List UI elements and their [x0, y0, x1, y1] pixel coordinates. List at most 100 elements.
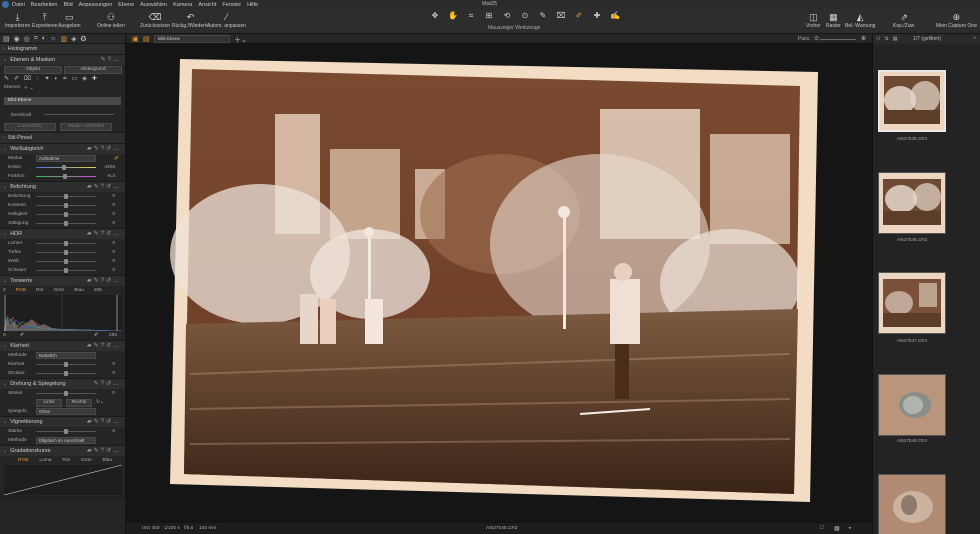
hand-tool-icon[interactable]: ✋: [446, 11, 460, 21]
layers-masks-header[interactable]: ⌄ Ebenen & Masken ✎?…: [0, 55, 125, 65]
levels-tab-blue[interactable]: Blau: [74, 288, 84, 293]
kelvin-slider[interactable]: [36, 167, 96, 168]
connect-mask-button[interactable]: Maske verbinden: [60, 122, 112, 131]
section-tools-icon[interactable]: ▰✎?↺…: [87, 342, 121, 349]
curve-header[interactable]: ⌄ Gradationskurve ▰✎?↺…: [0, 446, 125, 456]
eraser-tool-icon[interactable]: ⌧: [554, 11, 568, 21]
crop-tab-icon[interactable]: ⌗: [34, 35, 38, 43]
levels-tab-rgb[interactable]: RGB: [16, 288, 26, 293]
menu-hilfe[interactable]: Hilfe: [247, 2, 258, 8]
sort-icon[interactable]: ⇅: [884, 36, 888, 42]
section-tools-icon[interactable]: ▰✎?↺…: [87, 418, 121, 425]
export-button[interactable]: ⤒ Exportieren: [32, 11, 58, 29]
opacity-slider[interactable]: [44, 114, 114, 115]
zoom-slider[interactable]: [820, 39, 856, 40]
menu-anpassungen[interactable]: Anpassungen: [79, 2, 113, 8]
slider-knob[interactable]: [64, 250, 68, 255]
slider-knob[interactable]: [64, 391, 68, 396]
annotate-tool-icon[interactable]: ✍: [608, 11, 622, 21]
slider-knob[interactable]: [64, 203, 68, 208]
slider-knob[interactable]: [64, 268, 68, 273]
slider-knob[interactable]: [64, 194, 68, 199]
section-tools-icon[interactable]: ▰✎?↺…: [87, 447, 121, 454]
library-tab-icon[interactable]: ▤: [3, 35, 10, 43]
object-button[interactable]: Objekt: [4, 65, 62, 74]
proof-margin-icon[interactable]: □: [820, 525, 824, 531]
hdr-header[interactable]: ⌄ HDR ▰✎?↺…: [0, 229, 125, 239]
wb-mode-select[interactable]: Aufnahme: [36, 155, 96, 162]
eyedropper-icon[interactable]: ✐: [114, 155, 119, 162]
image-preview[interactable]: [170, 54, 820, 504]
curve-tab-green[interactable]: Grün: [81, 458, 92, 463]
curve-graph[interactable]: [3, 464, 123, 496]
menu-fenster[interactable]: Fenster: [222, 2, 241, 8]
layer-row-image[interactable]: Bild-Ebene: [4, 97, 121, 105]
thumbnail[interactable]: [878, 272, 946, 334]
add-layer-icon[interactable]: ＋ ⌄: [24, 84, 34, 91]
kelvin-knob[interactable]: [62, 165, 66, 170]
color-tab-icon[interactable]: ◐: [42, 35, 46, 42]
layer-mask-icon[interactable]: ▣: [132, 35, 139, 43]
search-icon[interactable]: ⌕: [973, 35, 976, 41]
section-tools-icon[interactable]: ▰✎?↺…: [87, 230, 121, 237]
slider-knob[interactable]: [64, 241, 68, 246]
mask-tools-icon[interactable]: ✎✐⌧◌✦◐⌗▭◈✚: [4, 75, 102, 83]
section-tools-icon[interactable]: ▰✎?↺…: [87, 145, 121, 152]
curve-tab-luma[interactable]: Luma: [39, 458, 51, 463]
adjust-tab-icon[interactable]: ✪: [80, 35, 86, 43]
section-tools-icon[interactable]: ▰✎?↺…: [87, 277, 121, 284]
rotate-tool-icon[interactable]: ⟲: [500, 11, 514, 21]
zoom-icon[interactable]: ⊙: [814, 35, 819, 42]
view-icon[interactable]: ⚇: [876, 36, 880, 42]
list-view-icon[interactable]: ▤: [893, 36, 898, 42]
curve-tab-blue[interactable]: Blau: [103, 458, 113, 463]
luminance-mask-button[interactable]: Luminanzb.: [4, 122, 56, 131]
curve-tab-red[interactable]: Rot: [62, 458, 69, 463]
rotate-right-button[interactable]: Rechts: [66, 398, 92, 407]
picker-tool-icon[interactable]: ✐: [572, 11, 586, 21]
highlight-picker-icon[interactable]: ✐: [94, 333, 98, 338]
menu-kamera[interactable]: Kamera: [173, 2, 192, 8]
undo-redo-button[interactable]: ↶ Rückg./Wiederh.: [172, 11, 209, 29]
background-button[interactable]: Hintergrund: [64, 65, 122, 74]
shadow-picker-icon[interactable]: ✐: [20, 333, 24, 338]
menu-datei[interactable]: Datei: [12, 2, 25, 8]
style-brush-header[interactable]: › Stil-Pinsel: [0, 133, 125, 143]
rotate-left-button[interactable]: Links: [36, 398, 62, 407]
grid-button[interactable]: ▦ Raster: [826, 11, 841, 29]
fit-zoom-label[interactable]: Pass.: [798, 36, 811, 42]
vignette-method-select[interactable]: Elliptisch im Ausschnitt: [36, 437, 96, 444]
thumbnail[interactable]: [878, 172, 946, 234]
layers-tab-icon[interactable]: ▥: [60, 35, 67, 43]
menu-bearbeiten[interactable]: Bearbeiten: [31, 2, 58, 8]
section-tools-icon[interactable]: ▰✎?↺…: [87, 183, 121, 190]
exposure-header[interactable]: ⌄ Belichtung ▰✎?↺…: [0, 182, 125, 192]
layer-select[interactable]: Bild-Ebene: [154, 35, 230, 43]
white-balance-header[interactable]: ⌄ Weißabgleich ▰✎?↺…: [0, 144, 125, 154]
mirror-select[interactable]: Ohne: [36, 408, 96, 415]
levels-tab-green[interactable]: Grün: [54, 288, 65, 293]
details-tab-icon[interactable]: ◈: [71, 35, 76, 43]
focus-mask-icon[interactable]: ◒: [848, 525, 852, 531]
lens-tab-icon[interactable]: ◎: [24, 35, 30, 43]
thumbnail[interactable]: [878, 374, 946, 436]
slider-knob[interactable]: [64, 259, 68, 264]
online-share-button[interactable]: ⚇ Online teilen: [97, 11, 125, 29]
tint-knob[interactable]: [63, 174, 67, 179]
zoom-in-icon[interactable]: ⊕: [861, 35, 866, 42]
add-icon[interactable]: ＋⌄: [234, 35, 247, 45]
section-tools-icon[interactable]: ✎?↺…: [94, 380, 121, 387]
reset-button[interactable]: ⌫ Zurücksetzen: [140, 11, 170, 29]
thumbnail[interactable]: [878, 474, 946, 534]
slider-knob[interactable]: [64, 371, 68, 376]
exposure-warning-button[interactable]: ◭ Bel.-Warnung: [845, 11, 875, 29]
clarity-header[interactable]: ⌄ Klarheit ▰✎?↺…: [0, 341, 125, 351]
exposure-tab-icon[interactable]: ☼: [50, 35, 56, 42]
curve-tab-rgb[interactable]: RGB: [18, 458, 28, 463]
capture-tab-icon[interactable]: ◉: [14, 35, 20, 43]
edit-mask-icon[interactable]: ▤: [143, 35, 150, 43]
histogram-header[interactable]: › Histogramm: [0, 44, 125, 54]
menu-auswaehlen[interactable]: Auswählen: [140, 2, 167, 8]
rotate-free-icon[interactable]: ↻⌄: [96, 400, 104, 405]
brush-tool-icon[interactable]: ✎: [536, 11, 550, 21]
